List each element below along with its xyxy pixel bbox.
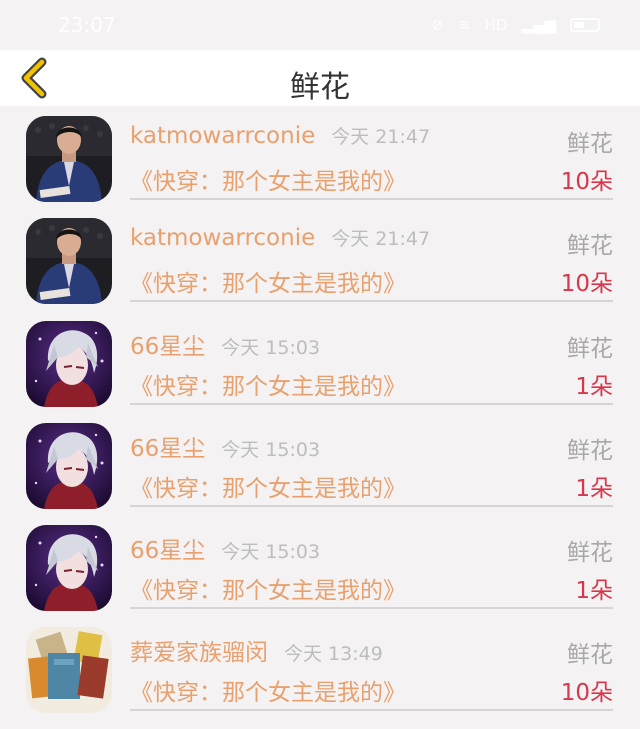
page-title: 鲜花 <box>290 70 350 105</box>
timestamp: 今天 21:47 <box>331 228 431 251</box>
status-bar: 23:07 ⊘ ≋ HD ▂▄▆ <box>0 0 640 50</box>
flower-count: 1朵 <box>575 373 613 400</box>
app-header: 鲜花 <box>0 50 640 106</box>
avatar[interactable] <box>26 218 112 305</box>
flower-record-item[interactable]: 葬爱家族骝闵 今天 13:49 鲜花《快穿：那个女主是我的》 10朵 <box>0 617 640 719</box>
username[interactable]: 66星尘 <box>130 538 205 564</box>
signal-icon: ▂▄▆ <box>521 16 556 34</box>
record-info: katmowarrconie 今天 21:47 鲜花《快穿：那个女主是我的》 10朵 <box>130 106 613 200</box>
flower-count: 1朵 <box>575 475 613 502</box>
wifi-icon: ≋ <box>457 16 471 34</box>
book-title[interactable]: 《快穿：那个女主是我的》 <box>130 162 406 196</box>
timestamp: 今天 21:47 <box>331 126 431 148</box>
username[interactable]: 66星尘 <box>130 334 205 360</box>
flower-record-item[interactable]: 66星尘 今天 15:03 鲜花《快穿：那个女主是我的》 1朵 <box>0 311 640 413</box>
username-row: 葬爱家族骝闵 今天 13:49 <box>130 633 383 667</box>
username-row: katmowarrconie 今天 21:47 <box>130 122 430 149</box>
gift-type: 鲜花 <box>567 131 613 157</box>
record-info: 66星尘 今天 15:03 鲜花《快穿：那个女主是我的》 1朵 <box>130 515 613 610</box>
timestamp: 今天 15:03 <box>221 336 321 359</box>
avatar[interactable] <box>26 320 112 407</box>
avatar[interactable] <box>26 116 112 202</box>
flower-record-item[interactable]: katmowarrconie 今天 21:47 鲜花《快穿：那个女主是我的》 10朵 <box>0 208 640 310</box>
flower-record-list: katmowarrconie 今天 21:47 鲜花 《快穿：那个女主是我的》 10朵 k… <box>0 106 640 720</box>
do-not-disturb-icon: ⊘ <box>431 16 444 34</box>
book-title[interactable]: 《快穿：那个女主是我的》 <box>130 264 406 298</box>
gift-type: 鲜花 <box>567 335 613 362</box>
battery-icon <box>570 18 600 32</box>
username-row: 66星尘 今天 15:03 <box>130 327 320 361</box>
avatar[interactable] <box>26 422 112 509</box>
avatar[interactable] <box>26 525 112 612</box>
book-title[interactable]: 《快穿：那个女主是我的》 <box>130 571 406 605</box>
timestamp: 今天 15:03 <box>221 541 321 564</box>
username-row: katmowarrconie 今天 21:47 <box>130 224 430 251</box>
timestamp: 今天 13:49 <box>284 643 383 666</box>
username[interactable]: katmowarrconie <box>130 123 315 149</box>
record-info: 葬爱家族骝闵 今天 13:49 鲜花《快穿：那个女主是我的》 10朵 <box>130 617 613 712</box>
book-title[interactable]: 《快穿：那个女主是我的》 <box>130 367 406 401</box>
username[interactable]: katmowarrconie <box>130 225 315 251</box>
book-title[interactable]: 《快穿：那个女主是我的》 <box>130 469 406 503</box>
username[interactable]: 葬爱家族骝闵 <box>130 640 268 666</box>
gift-type: 鲜花 <box>567 437 613 464</box>
gift-type: 鲜花 <box>567 540 613 567</box>
flower-count: 1朵 <box>575 578 613 605</box>
flower-record-item[interactable]: katmowarrconie 今天 21:47 鲜花《快穿：那个女主是我的》 10朵 <box>0 106 640 208</box>
gift-type: 鲜花 <box>567 233 613 260</box>
flower-count: 10朵 <box>560 271 613 298</box>
avatar[interactable] <box>26 627 112 714</box>
username-row: 66星尘 今天 15:03 <box>130 429 320 463</box>
record-info: 66星尘 今天 15:03 鲜花《快穿：那个女主是我的》 1朵 <box>130 311 613 405</box>
timestamp: 今天 15:03 <box>221 438 321 461</box>
flower-count: 10朵 <box>560 680 613 707</box>
username-row: 66星尘 今天 15:03 <box>130 531 320 565</box>
username[interactable]: 66星尘 <box>130 436 205 462</box>
flower-record-item[interactable]: 66星尘 今天 15:03 鲜花《快穿：那个女主是我的》 1朵 <box>0 515 640 617</box>
record-info: katmowarrconie 今天 21:47 鲜花《快穿：那个女主是我的》 10朵 <box>130 208 613 303</box>
flower-count: 10朵 <box>560 169 613 195</box>
record-info: 66星尘 今天 15:03 鲜花《快穿：那个女主是我的》 1朵 <box>130 413 613 507</box>
status-time: 23:07 <box>58 13 116 37</box>
flower-record-item[interactable]: 66星尘 今天 15:03 鲜花《快穿：那个女主是我的》 1朵 <box>0 413 640 515</box>
gift-type: 鲜花 <box>567 642 613 669</box>
status-icons: ⊘ ≋ HD ▂▄▆ <box>431 16 600 34</box>
network-label: HD <box>484 16 508 34</box>
book-title[interactable]: 《快穿：那个女主是我的》 <box>130 673 406 707</box>
